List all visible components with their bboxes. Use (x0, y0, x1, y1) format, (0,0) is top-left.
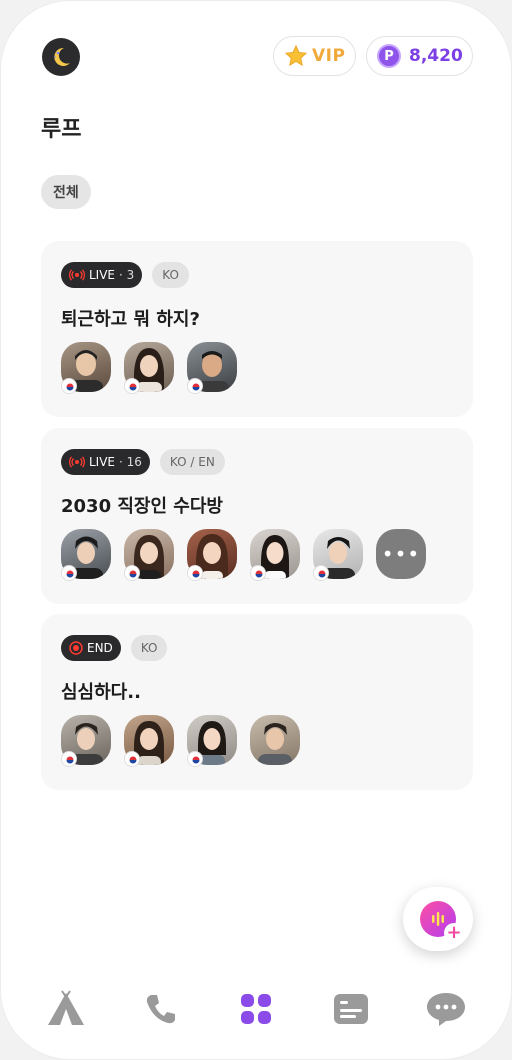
room-title: 2030 직장인 수다방 (61, 496, 223, 517)
nav-camp[interactable] (42, 986, 90, 1031)
participant-avatar[interactable] (250, 529, 300, 581)
status-badge: LIVE · 3 (61, 262, 143, 288)
room-card[interactable]: LIVE · 3 KO 퇴근하고 뭐 하지? (41, 241, 473, 417)
participant-avatar[interactable] (187, 342, 237, 394)
korea-flag-icon (61, 751, 77, 767)
star-icon (284, 44, 308, 67)
camp-icon (48, 989, 85, 1025)
room-title: 퇴근하고 뭐 하지? (61, 309, 200, 330)
status-text: END (87, 641, 113, 655)
language-badge: KO / EN (159, 449, 225, 475)
more-participants-button[interactable]: ••• (376, 529, 426, 579)
participant-avatar[interactable] (61, 342, 111, 394)
top-bar: VIP P 8,420 (1, 31, 511, 81)
points-button[interactable]: P 8,420 (366, 36, 473, 76)
room-title: 심심하다.. (61, 682, 141, 703)
card-icon (333, 993, 368, 1024)
korea-flag-icon (61, 565, 77, 581)
korea-flag-icon (313, 565, 329, 581)
live-broadcast-icon (69, 269, 85, 281)
listener-count: · 3 (119, 268, 135, 282)
nav-loop[interactable] (232, 986, 280, 1031)
participant-avatar[interactable] (124, 342, 174, 394)
app-screen: VIP P 8,420 루프 전체 LIVE · 3 KO 퇴근하고 뭐 하지? (0, 0, 512, 1060)
points-value: 8,420 (409, 46, 463, 66)
theme-toggle-button[interactable] (42, 38, 80, 76)
participant-avatar[interactable] (61, 529, 111, 581)
grid-icon (240, 993, 271, 1024)
vip-label: VIP (312, 46, 346, 66)
participant-avatar[interactable] (313, 529, 363, 581)
korea-flag-icon (187, 751, 203, 767)
participant-avatar[interactable] (187, 715, 237, 767)
chat-icon (426, 992, 465, 1026)
korea-flag-icon (124, 565, 140, 581)
korea-flag-icon (124, 378, 140, 394)
filter-chip-all[interactable]: 전체 (41, 175, 91, 209)
voice-room-icon: + (420, 901, 464, 943)
phone-icon (147, 994, 176, 1023)
status-text: LIVE (89, 455, 116, 469)
create-room-button[interactable]: + (403, 887, 473, 951)
language-badge: KO (152, 262, 189, 288)
points-coin-icon: P (377, 44, 401, 68)
participant-avatar[interactable] (187, 529, 237, 581)
participant-avatar[interactable] (250, 715, 300, 765)
participant-avatar[interactable] (124, 715, 174, 767)
korea-flag-icon (187, 378, 203, 394)
room-card[interactable]: LIVE · 16 KO / EN 2030 직장인 수다방 ••• (41, 428, 473, 604)
participant-avatar[interactable] (124, 529, 174, 581)
record-end-icon (69, 641, 83, 655)
status-text: LIVE (89, 268, 116, 282)
listener-count: · 16 (119, 455, 142, 469)
participant-list: ••• (61, 529, 426, 581)
korea-flag-icon (187, 565, 203, 581)
status-badge: LIVE · 16 (61, 449, 150, 475)
room-card[interactable]: END KO 심심하다.. (41, 614, 473, 790)
language-badge: KO (130, 635, 168, 661)
participant-avatar[interactable] (61, 715, 111, 767)
plus-icon: + (444, 923, 464, 943)
moon-icon (54, 47, 70, 66)
korea-flag-icon (61, 378, 77, 394)
participant-list (61, 342, 237, 394)
korea-flag-icon (124, 751, 140, 767)
live-broadcast-icon (69, 456, 85, 468)
status-badge: END (61, 635, 121, 661)
nav-chat[interactable] (422, 986, 470, 1031)
page-title: 루프 (41, 117, 82, 142)
participant-list (61, 715, 300, 767)
vip-button[interactable]: VIP (273, 36, 356, 76)
bottom-navigation (1, 986, 511, 1031)
korea-flag-icon (250, 565, 266, 581)
nav-call[interactable] (137, 986, 185, 1031)
nav-feed[interactable] (327, 986, 375, 1031)
